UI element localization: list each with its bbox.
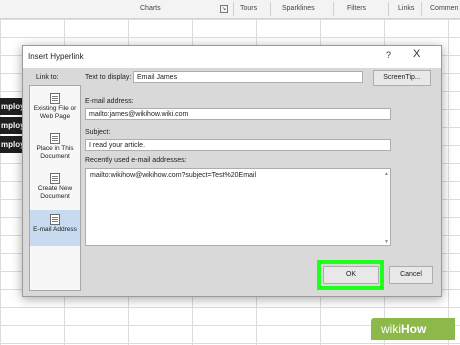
email-address-label: E-mail address: [85,98,134,105]
ribbon-group-charts[interactable]: Charts [140,5,161,12]
help-button[interactable]: ? [386,50,391,60]
dialog-title: Insert Hyperlink [28,52,84,61]
recent-emails-list[interactable]: mailto:wikihow@wikihow.com?subject=Test%… [85,168,391,246]
subject-label: Subject: [85,129,111,136]
close-button[interactable]: X [413,48,420,60]
scroll-down-icon[interactable]: ▼ [384,239,389,245]
recent-email-item[interactable]: mailto:wikihow@wikihow.com?subject=Test%… [90,172,256,179]
subject-input[interactable]: I read your article. [85,139,391,151]
text-to-display-label: Text to display: [85,74,132,81]
email-address-input[interactable]: mailto:james@wikihow.wiki.com [85,108,391,120]
ok-highlight-box [317,260,384,290]
recent-emails-label: Recently used e-mail addresses: [85,157,187,164]
ribbon: Charts ↘ Tours Sparklines Filters Links … [0,0,460,19]
ribbon-group-sparklines[interactable]: Sparklines [282,5,315,12]
text-to-display-input[interactable]: Email James [133,71,363,83]
place-document-icon [50,133,60,144]
link-to-existing-file[interactable]: Existing File or Web Page [30,90,80,127]
link-to-panel: Existing File or Web Page Place in This … [29,85,81,291]
cancel-button[interactable]: Cancel [389,266,433,284]
insert-hyperlink-dialog: Insert Hyperlink ? X Link to: Existing F… [22,45,442,297]
email-icon [50,214,60,225]
dialog-launcher-icon[interactable]: ↘ [220,5,228,13]
link-to-create-new-document[interactable]: Create New Document [30,170,80,207]
scroll-up-icon[interactable]: ▲ [384,171,389,177]
screentip-button[interactable]: ScreenTip... [373,70,431,86]
wikihow-watermark: wikiHow [371,318,455,340]
new-document-icon [50,173,60,184]
link-to-email-address[interactable]: E-mail Address [30,210,80,246]
ribbon-group-links[interactable]: Links [398,5,414,12]
ribbon-group-comments[interactable]: Commen [430,5,458,12]
link-to-place-in-document[interactable]: Place in This Document [30,130,80,167]
ribbon-group-filters[interactable]: Filters [347,5,366,12]
ribbon-group-tours[interactable]: Tours [240,5,257,12]
link-to-label: Link to: [36,74,59,81]
web-page-icon [50,93,60,104]
dialog-titlebar[interactable]: Insert Hyperlink ? X [23,46,441,68]
